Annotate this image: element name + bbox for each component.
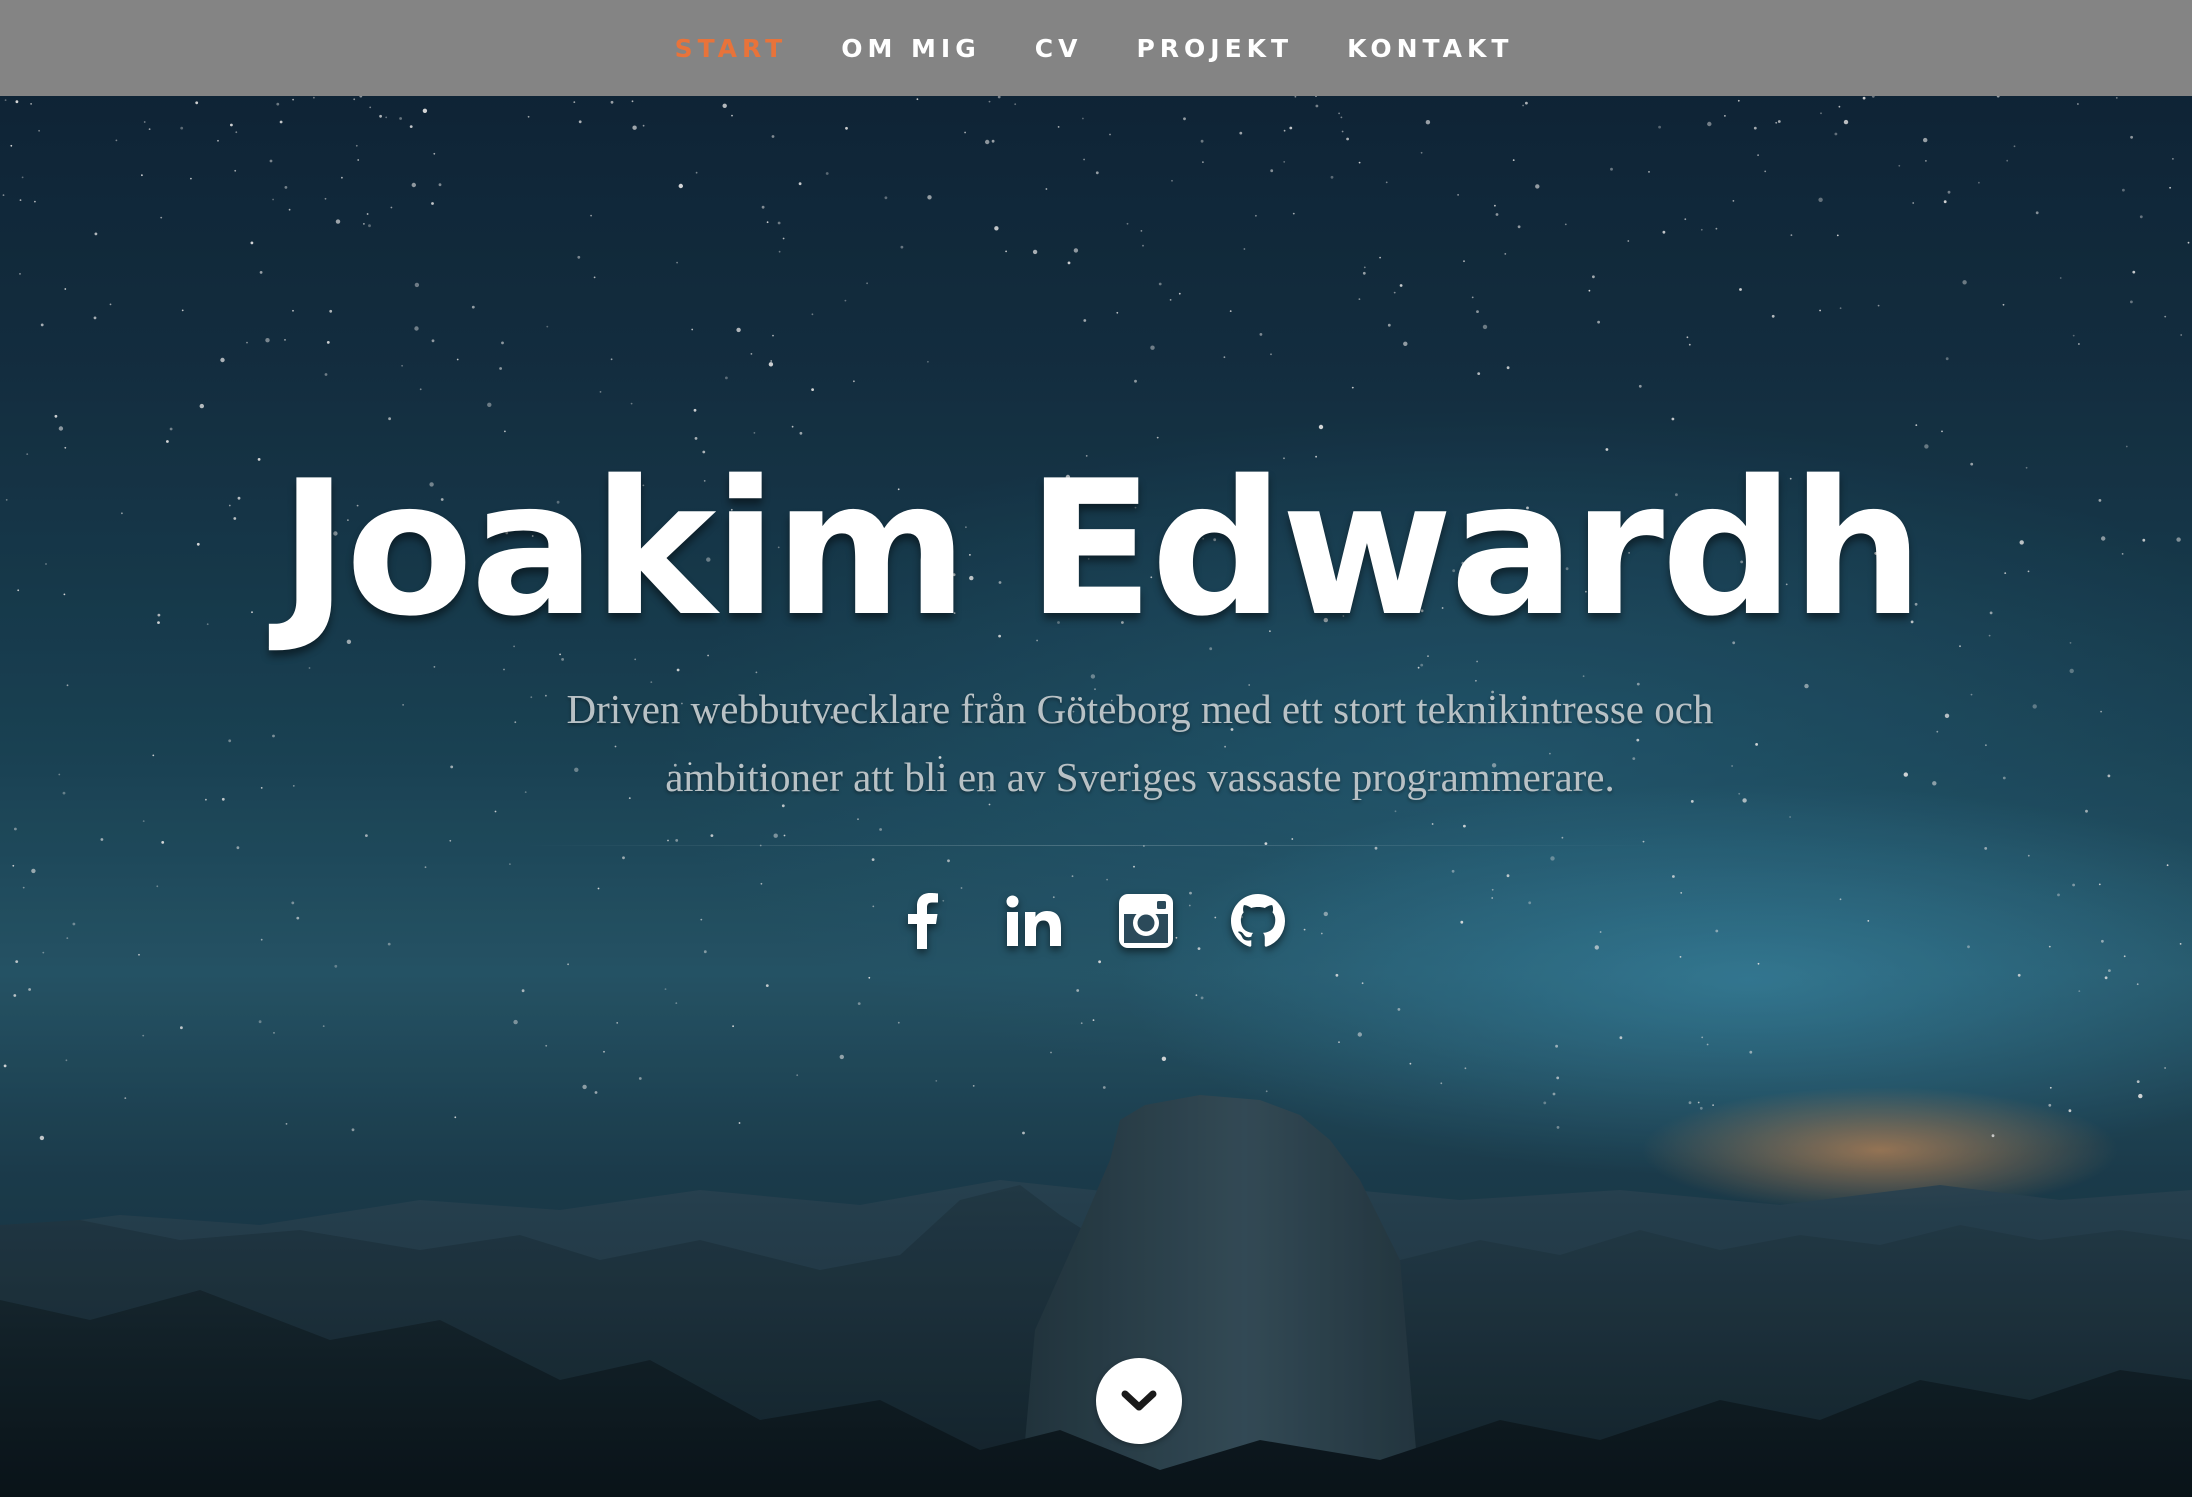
- top-navigation-bar: START OM MIG CV PROJEKT KONTAKT: [0, 0, 2192, 96]
- instagram-icon: [1119, 894, 1173, 948]
- facebook-link[interactable]: [891, 890, 953, 952]
- tagline-line-1: Driven webbutvecklare från Göteborg med …: [566, 686, 1714, 732]
- github-icon: [1231, 894, 1285, 947]
- linkedin-icon: [1006, 895, 1061, 946]
- tagline-line-2: ambitioner att bli en av Sveriges vassas…: [665, 754, 1615, 800]
- hero-tagline: Driven webbutvecklare från Göteborg med …: [420, 675, 1860, 811]
- chevron-down-icon: [1121, 1390, 1157, 1411]
- instagram-link[interactable]: [1115, 890, 1177, 952]
- nav-item-om-mig[interactable]: OM MIG: [814, 34, 1008, 63]
- nav-menu: START OM MIG CV PROJEKT KONTAKT: [648, 34, 1541, 63]
- linkedin-link[interactable]: [1003, 890, 1065, 952]
- nav-item-cv[interactable]: CV: [1008, 34, 1110, 63]
- divider: [520, 845, 1660, 846]
- facebook-icon: [908, 893, 938, 949]
- nav-item-start[interactable]: START: [648, 34, 815, 63]
- hero-name-heading: Joakim Edwardh: [279, 440, 1923, 657]
- scroll-down-button[interactable]: [1096, 1358, 1182, 1444]
- social-links: [0, 890, 2186, 952]
- nav-item-kontakt[interactable]: KONTAKT: [1320, 34, 1540, 63]
- nav-item-projekt[interactable]: PROJEKT: [1109, 34, 1320, 63]
- github-link[interactable]: [1227, 890, 1289, 952]
